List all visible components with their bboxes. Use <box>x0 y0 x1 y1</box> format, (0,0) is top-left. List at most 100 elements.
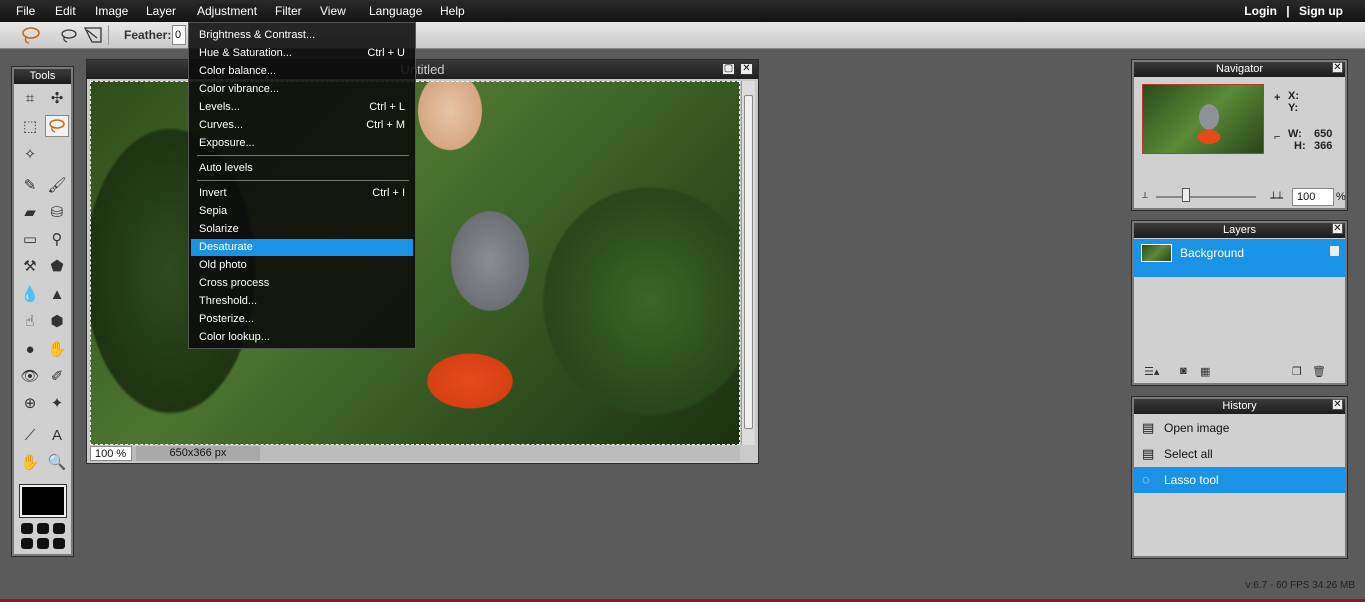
menu-item-shortcut: Ctrl + L <box>369 101 405 113</box>
lasso-icon[interactable] <box>20 25 42 45</box>
zoom-field[interactable]: 100 % <box>90 446 132 461</box>
zoom-out-icon[interactable]: ⟂ <box>1142 190 1148 201</box>
menu-item-brightness-contrast[interactable]: Brightness & Contrast... <box>191 27 413 44</box>
menu-item-auto-levels[interactable]: Auto levels <box>191 160 413 177</box>
layer-settings-icon[interactable]: ☰▴ <box>1144 365 1159 378</box>
gradient-icon[interactable]: ▭ <box>18 228 42 250</box>
menu-item-posterize[interactable]: Posterize... <box>191 311 413 328</box>
maximize-icon[interactable]: ▢ <box>722 63 735 75</box>
menu-item-curves[interactable]: Curves... Ctrl + M <box>191 117 413 134</box>
zoom-slider-thumb[interactable] <box>1182 188 1190 202</box>
lasso-tool-icon[interactable] <box>45 115 69 137</box>
smudge-icon[interactable]: ☝ <box>18 310 42 332</box>
zoom-in-icon[interactable]: ⟂⟂ <box>1270 190 1283 201</box>
history-item[interactable]: ▤ Open image <box>1134 415 1345 441</box>
menu-item-old-photo[interactable]: Old photo <box>191 257 413 274</box>
lock-icon <box>1330 246 1339 256</box>
polygon-lasso-icon[interactable] <box>82 25 104 45</box>
sharpen-icon[interactable]: ▲ <box>45 283 69 305</box>
zoom-icon[interactable]: 🔍 <box>45 451 69 473</box>
history-label: Lasso tool <box>1164 473 1219 487</box>
menu-item-label: Hue & Saturation... <box>199 47 292 59</box>
menu-item-label: Exposure... <box>199 137 255 149</box>
login-link[interactable]: Login <box>1244 4 1277 18</box>
menu-item-levels[interactable]: Levels... Ctrl + L <box>191 99 413 116</box>
sponge-icon[interactable]: ⬢ <box>45 310 69 332</box>
trash-icon[interactable]: 🗑 <box>1312 365 1326 378</box>
lasso-icon: ◌ <box>1142 472 1150 487</box>
close-icon[interactable]: ✕ <box>1332 62 1343 73</box>
brush-icon[interactable]: 🖌 <box>45 174 69 196</box>
menu-item-threshold[interactable]: Threshold... <box>191 293 413 310</box>
palette-swatch-icon[interactable] <box>37 538 49 549</box>
new-layer-icon[interactable]: ❐ <box>1292 365 1302 378</box>
vertical-scrollbar[interactable] <box>741 81 755 445</box>
menu-item-desaturate[interactable]: Desaturate <box>191 239 413 256</box>
crop-tool-icon[interactable]: ⌗ <box>18 87 42 109</box>
menu-item-hue-saturation[interactable]: Hue & Saturation... Ctrl + U <box>191 45 413 62</box>
menu-item-invert[interactable]: Invert Ctrl + I <box>191 185 413 202</box>
zoom-input[interactable]: 100 <box>1292 188 1334 206</box>
menu-item-solarize[interactable]: Solarize <box>191 221 413 238</box>
menu-file[interactable]: File <box>16 4 35 18</box>
mask-icon[interactable]: ◙ <box>1180 365 1187 377</box>
history-item[interactable]: ▤ Select all <box>1134 441 1345 467</box>
history-title: History <box>1134 399 1345 414</box>
menu-help[interactable]: Help <box>440 4 465 18</box>
close-icon[interactable]: ✕ <box>1332 223 1343 234</box>
menu-item-sepia[interactable]: Sepia <box>191 203 413 220</box>
layer-row[interactable]: Background <box>1134 239 1345 277</box>
clone-stamp-icon[interactable]: ⚲ <box>45 228 69 250</box>
scrollbar-thumb[interactable] <box>744 95 753 429</box>
feather-input[interactable]: 0 <box>172 25 186 45</box>
palette-swatch-icon[interactable] <box>21 523 33 534</box>
palette-swatch-icon[interactable] <box>21 538 33 549</box>
type-tool-icon[interactable]: A <box>45 424 69 446</box>
pinch-icon[interactable]: ✦ <box>45 392 69 414</box>
dodge-icon[interactable]: ● <box>18 338 42 360</box>
red-eye-icon[interactable]: 👁 <box>18 365 42 387</box>
color-picker-icon[interactable]: ⟋ <box>18 424 42 446</box>
menu-view[interactable]: View <box>320 4 346 18</box>
menu-item-cross-process[interactable]: Cross process <box>191 275 413 292</box>
bloat-icon[interactable]: ⊕ <box>18 392 42 414</box>
palette-swatch-icon[interactable] <box>37 523 49 534</box>
menu-item-label: Posterize... <box>199 313 255 325</box>
menu-layer[interactable]: Layer <box>146 4 176 18</box>
menu-edit[interactable]: Edit <box>55 4 76 18</box>
drawing-icon[interactable]: ⬟ <box>45 255 69 277</box>
menu-item-color-vibrance[interactable]: Color vibrance... <box>191 81 413 98</box>
menu-item-color-balance[interactable]: Color balance... <box>191 63 413 80</box>
signup-link[interactable]: Sign up <box>1299 4 1343 18</box>
bucket-icon[interactable]: ⛁ <box>45 201 69 223</box>
color-replace-icon[interactable]: ⚒ <box>18 255 42 277</box>
menu-adjustment[interactable]: Adjustment <box>197 4 258 18</box>
palette-swatch-icon[interactable] <box>53 523 65 534</box>
burn-icon[interactable]: ✋ <box>45 338 69 360</box>
pencil-icon[interactable]: ✎ <box>18 174 42 196</box>
menu-item-exposure[interactable]: Exposure... <box>191 135 413 152</box>
close-icon[interactable]: ✕ <box>740 63 753 75</box>
menu-language[interactable]: Language <box>369 4 422 18</box>
hand-icon[interactable]: ✋ <box>18 451 42 473</box>
history-item-selected[interactable]: ◌ Lasso tool <box>1134 467 1345 493</box>
menu-image[interactable]: Image <box>95 4 128 18</box>
history-panel: History ✕ ▤ Open image ▤ Select all ◌ La… <box>1131 396 1348 559</box>
foreground-color-swatch[interactable] <box>20 485 66 517</box>
x-label: X: <box>1288 90 1299 102</box>
zoom-slider-track[interactable] <box>1156 196 1256 198</box>
marquee-tool-icon[interactable]: ⬚ <box>18 115 42 137</box>
navigator-thumbnail[interactable] <box>1142 84 1264 154</box>
menu-item-color-lookup[interactable]: Color lookup... <box>191 329 413 346</box>
magic-wand-icon[interactable]: ✧ <box>18 143 42 165</box>
blur-icon[interactable]: 💧 <box>18 283 42 305</box>
palette-swatch-icon[interactable] <box>53 538 65 549</box>
move-tool-icon[interactable]: ✣ <box>45 87 69 109</box>
spot-heal-icon[interactable]: ✐ <box>45 365 69 387</box>
freehand-lasso-icon[interactable] <box>58 25 80 45</box>
menu-item-label: Threshold... <box>199 295 258 307</box>
eraser-icon[interactable]: ▰ <box>18 201 42 223</box>
menu-filter[interactable]: Filter <box>275 4 302 18</box>
close-icon[interactable]: ✕ <box>1332 399 1343 410</box>
layer-effects-icon[interactable]: ▦ <box>1200 365 1210 378</box>
